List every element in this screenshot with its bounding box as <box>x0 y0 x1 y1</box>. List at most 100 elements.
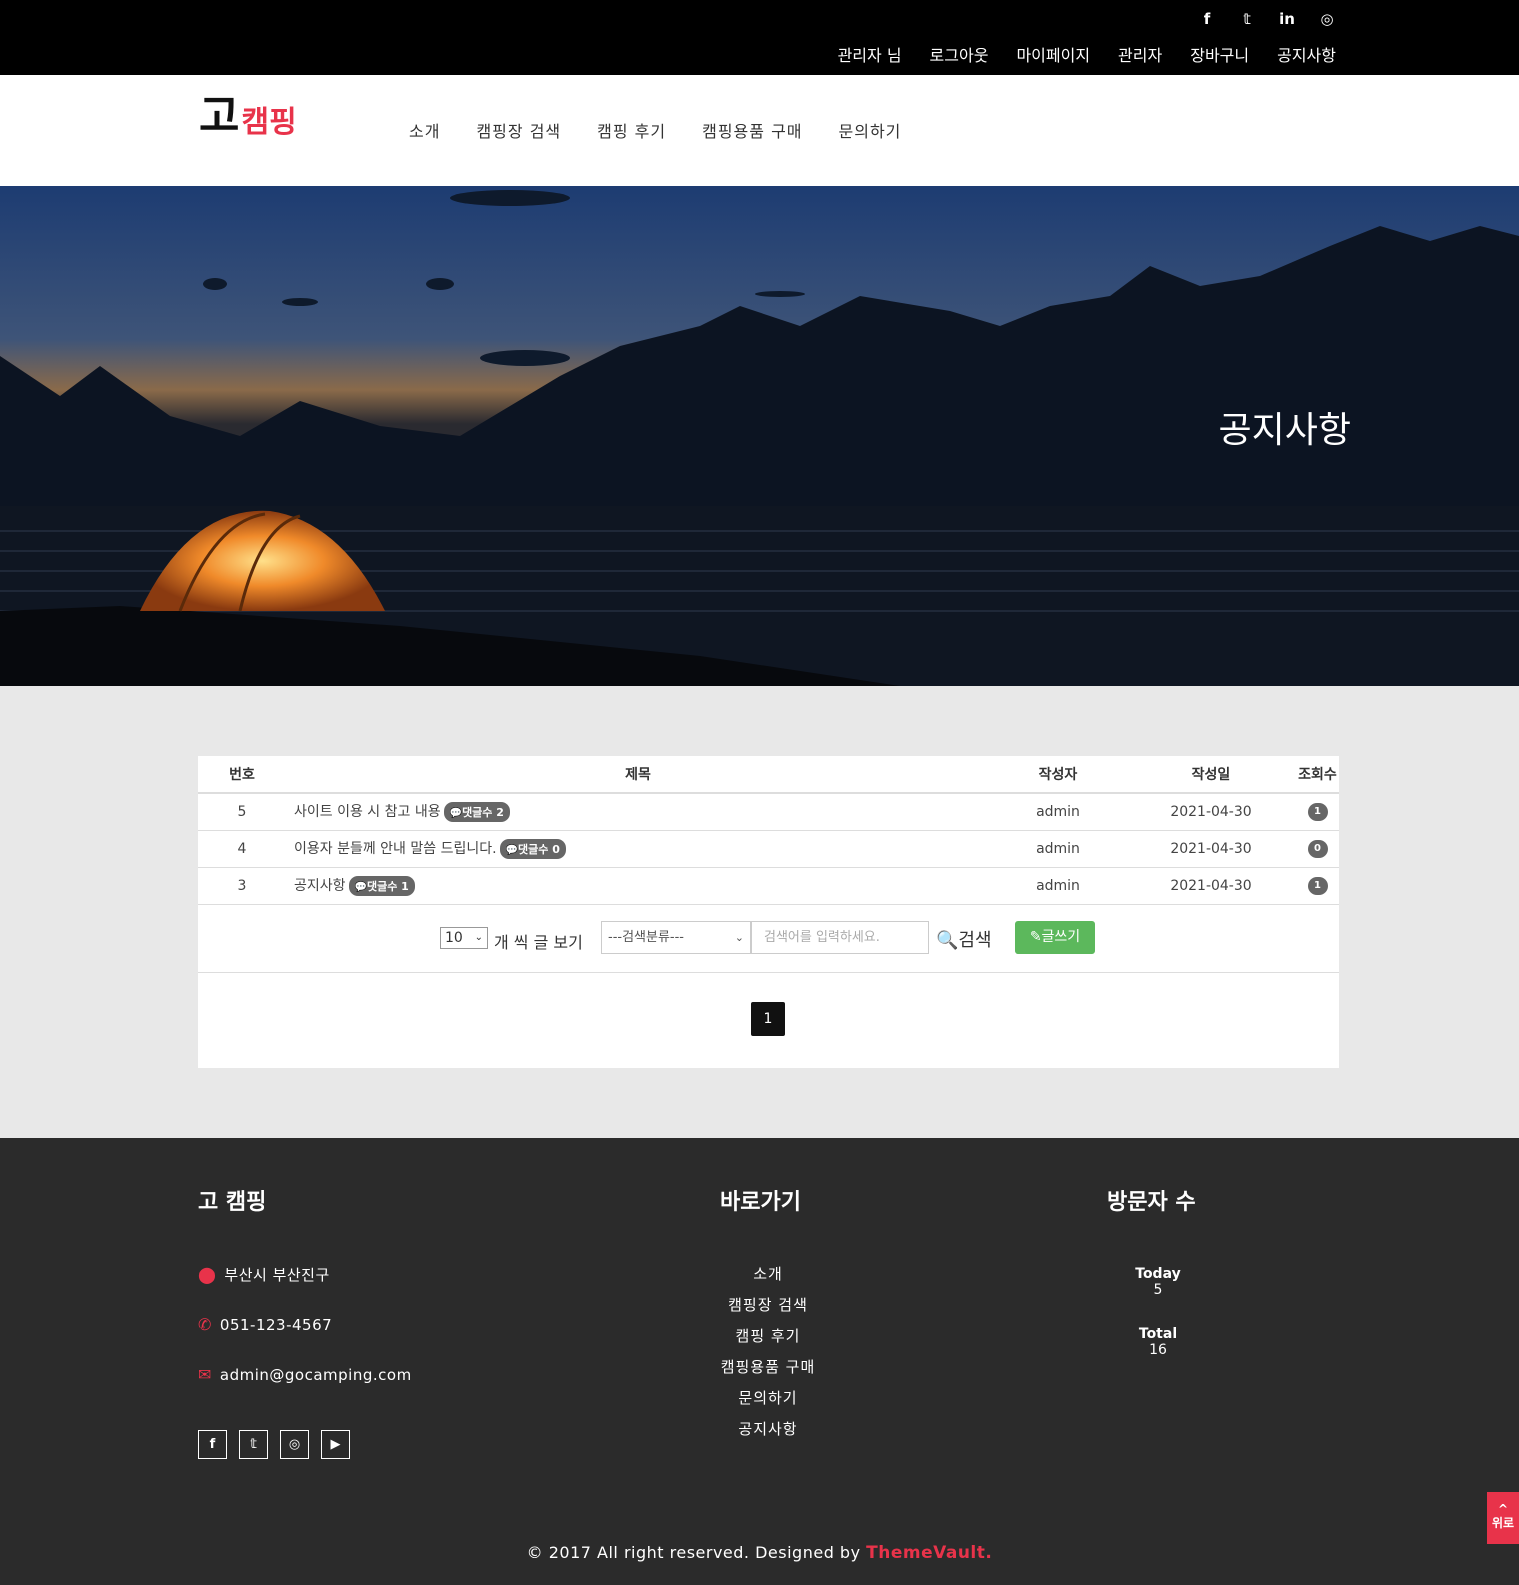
facebook-icon[interactable]: f <box>1198 10 1216 28</box>
row-number: 5 <box>198 793 286 831</box>
footer-shortcut-links: 소개 캠핑장 검색 캠핑 후기 캠핑용품 구매 문의하기 공지사항 <box>668 1264 868 1450</box>
table-row[interactable]: 5 사이트 이용 시 참고 내용 💬댓글수 2 admin 2021-04-30 … <box>198 793 1339 831</box>
phone-icon: ✆ <box>198 1315 212 1334</box>
row-author: admin <box>990 830 1126 868</box>
row-title-link[interactable]: 이용자 분들께 안내 말씀 드립니다. <box>286 841 497 857</box>
admin-link[interactable]: 관리자 <box>1118 42 1162 66</box>
search-category-select[interactable]: ---검색분류--- ⌄ <box>601 921 751 954</box>
footer-email: ✉ admin@gocamping.com <box>198 1365 412 1384</box>
comment-count-text: 댓글수 1 <box>366 880 409 893</box>
visitors-total: Total 16 <box>1108 1326 1208 1358</box>
page-title: 공지사항 <box>1218 410 1351 451</box>
youtube-icon[interactable]: ▶ <box>321 1430 350 1459</box>
visitors-total-value: 16 <box>1149 1342 1167 1358</box>
write-button[interactable]: ✎글쓰기 <box>1015 921 1095 954</box>
logout-link[interactable]: 로그아웃 <box>930 42 989 66</box>
footer-address: ⬤ 부산시 부산진구 <box>198 1264 330 1285</box>
footer-link-reviews[interactable]: 캠핑 후기 <box>668 1326 868 1357</box>
search-input[interactable]: 검색어를 입력하세요. <box>751 921 929 954</box>
nav-campsite-search[interactable]: 캠핑장 검색 <box>476 118 561 142</box>
row-title-link[interactable]: 사이트 이용 시 참고 내용 <box>286 804 441 820</box>
footer-link-intro[interactable]: 소개 <box>668 1264 868 1295</box>
logo-main-text: 고 <box>199 91 240 142</box>
footer-address-text: 부산시 부산진구 <box>224 1266 330 1284</box>
visitors-total-label: Total <box>1138 1326 1178 1342</box>
nav-intro[interactable]: 소개 <box>409 118 440 142</box>
pagination-page-current[interactable]: 1 <box>751 1002 785 1036</box>
chevron-up-icon: ^ <box>1497 1502 1509 1516</box>
mypage-link[interactable]: 마이페이지 <box>1016 42 1090 66</box>
search-button[interactable]: 🔍검색 <box>936 926 992 952</box>
row-date: 2021-04-30 <box>1126 867 1296 905</box>
views-badge: 1 <box>1307 803 1328 822</box>
col-author: 작성자 <box>990 756 1126 794</box>
cart-link[interactable]: 장바구니 <box>1190 42 1249 66</box>
comment-count-text: 댓글수 0 <box>518 843 560 856</box>
comment-count-badge: 💬댓글수 0 <box>499 839 566 859</box>
footer-email-text[interactable]: admin@gocamping.com <box>220 1366 412 1384</box>
visitors-today-value: 5 <box>1153 1282 1163 1298</box>
linkedin-icon[interactable]: in <box>1278 10 1296 28</box>
top-bar: f 𝕥 in ◎ 관리자 님 로그아웃 마이페이지 관리자 장바구니 공지사항 <box>0 0 1519 75</box>
instagram-icon[interactable]: ◎ <box>280 1430 309 1459</box>
footer-link-notice[interactable]: 공지사항 <box>668 1419 868 1450</box>
footer-brand-title: 고 캠핑 <box>198 1190 267 1215</box>
views-badge: 1 <box>1307 877 1328 895</box>
search-category-value: ---검색분류--- <box>608 930 684 945</box>
copyright-text: © 2017 All right reserved. Designed by <box>526 1543 861 1562</box>
search-icon: 🔍 <box>936 930 959 951</box>
write-button-label: 글쓰기 <box>1041 929 1081 945</box>
hero-banner: 공지사항 <box>0 186 1519 686</box>
admin-greeting-link[interactable]: 관리자 님 <box>838 42 902 66</box>
copyright: © 2017 All right reserved. Designed by T… <box>0 1543 1519 1563</box>
footer-link-inquiry[interactable]: 문의하기 <box>668 1388 868 1419</box>
nav-inquiry[interactable]: 문의하기 <box>839 118 902 142</box>
chevron-down-icon: ⌄ <box>474 932 483 943</box>
col-title: 제목 <box>286 756 990 794</box>
row-date: 2021-04-30 <box>1126 793 1296 831</box>
scroll-to-top-button[interactable]: ^ 위로 <box>1487 1492 1519 1544</box>
notice-board: 번호 제목 작성자 작성일 조회수 5 사이트 이용 시 참고 내용 💬댓글수 2… <box>198 756 1339 1068</box>
chevron-down-icon: ⌄ <box>734 931 744 944</box>
row-views-cell: 1 <box>1296 793 1339 831</box>
footer-social-links: f 𝕥 ◎ ▶ <box>198 1430 350 1459</box>
footer-phone: ✆ 051-123-4567 <box>198 1315 332 1334</box>
page-size-select[interactable]: 10 ⌄ <box>440 927 488 949</box>
table-row[interactable]: 4 이용자 분들께 안내 말씀 드립니다. 💬댓글수 0 admin 2021-0… <box>198 830 1339 868</box>
designer-brand-link[interactable]: ThemeVault. <box>866 1543 992 1563</box>
row-date: 2021-04-30 <box>1126 830 1296 868</box>
row-number: 3 <box>198 867 286 905</box>
row-title-cell: 공지사항 💬댓글수 1 <box>286 867 990 905</box>
footer-visitors-title: 방문자 수 <box>1107 1190 1196 1215</box>
twitter-icon[interactable]: 𝕥 <box>239 1430 268 1459</box>
nav-shop[interactable]: 캠핑용품 구매 <box>702 118 802 142</box>
twitter-icon[interactable]: 𝕥 <box>1238 10 1256 28</box>
comment-count-text: 댓글수 2 <box>462 806 504 820</box>
envelope-icon: ✉ <box>198 1365 212 1384</box>
notice-link[interactable]: 공지사항 <box>1277 42 1336 66</box>
visitors-today-label: Today <box>1135 1266 1181 1282</box>
row-title-link[interactable]: 공지사항 <box>286 878 346 894</box>
row-views-cell: 1 <box>1296 867 1339 905</box>
search-button-label: 검색 <box>958 930 992 951</box>
row-author: admin <box>990 793 1126 831</box>
page-size-value: 10 <box>445 930 463 946</box>
footer-shortcuts-title: 바로가기 <box>720 1190 801 1215</box>
row-title-cell: 이용자 분들께 안내 말씀 드립니다. 💬댓글수 0 <box>286 830 990 868</box>
footer-phone-text: 051-123-4567 <box>219 1316 333 1334</box>
table-header-row: 번호 제목 작성자 작성일 조회수 <box>198 756 1339 794</box>
facebook-icon[interactable]: f <box>198 1430 227 1459</box>
nav-reviews[interactable]: 캠핑 후기 <box>597 118 666 142</box>
site-logo[interactable]: 고 캠핑 <box>199 95 297 139</box>
table-row[interactable]: 3 공지사항 💬댓글수 1 admin 2021-04-30 1 <box>198 867 1339 905</box>
instagram-icon[interactable]: ◎ <box>1318 10 1336 28</box>
col-views: 조회수 <box>1296 756 1339 794</box>
footer-link-shop[interactable]: 캠핑용품 구매 <box>668 1357 868 1388</box>
comment-count-badge: 💬댓글수 2 <box>443 802 510 823</box>
comment-icon: 💬 <box>354 882 367 893</box>
page-size-label: 개 씩 글 보기 <box>494 933 583 952</box>
comment-icon: 💬 <box>449 808 463 820</box>
pencil-icon: ✎ <box>1029 929 1042 945</box>
footer-link-campsite-search[interactable]: 캠핑장 검색 <box>668 1295 868 1326</box>
row-number: 4 <box>198 830 286 868</box>
